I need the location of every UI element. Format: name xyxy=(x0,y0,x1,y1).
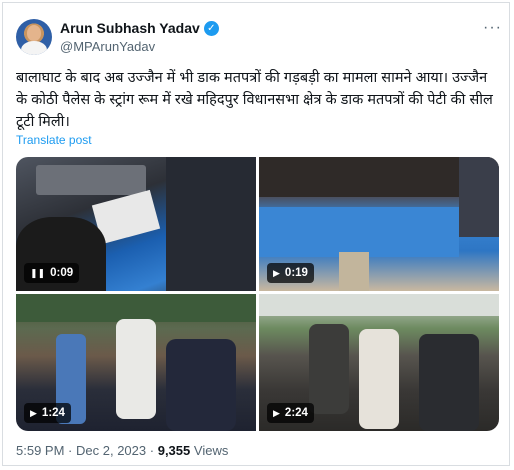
video-duration-badge: ❚❚ 0:09 xyxy=(24,263,80,283)
separator: · xyxy=(68,443,73,458)
separator: · xyxy=(149,443,155,458)
translate-post-link[interactable]: Translate post xyxy=(16,133,92,147)
video-duration: 0:09 xyxy=(50,267,74,279)
display-name[interactable]: Arun Subhash Yadav xyxy=(60,20,200,36)
video-duration-badge: ▶ 2:24 xyxy=(267,403,314,423)
tweet-card: Arun Subhash Yadav ✓ @MPArunYadav ··· बा… xyxy=(2,2,510,466)
user-handle[interactable]: @MPArunYadav xyxy=(60,39,155,54)
tweet-text: बालाघाट के बाद अब उज्जैन में भी डाक मतपत… xyxy=(16,70,493,130)
video-tile-2[interactable]: ▶ 0:19 xyxy=(259,157,499,291)
play-icon[interactable]: ▶ xyxy=(273,268,280,279)
avatar-body xyxy=(21,41,47,55)
avatar[interactable] xyxy=(16,19,52,55)
play-icon[interactable]: ▶ xyxy=(273,408,280,419)
author-name-row: Arun Subhash Yadav ✓ xyxy=(60,20,219,36)
views-label: Views xyxy=(193,443,229,458)
tweet-metadata: 5:59 PM · Dec 2, 2023 · 9,355 Views xyxy=(16,443,228,458)
video-duration: 1:24 xyxy=(41,407,65,419)
video-tile-4[interactable]: ▶ 2:24 xyxy=(259,294,499,431)
post-date[interactable]: Dec 2, 2023 xyxy=(76,443,146,458)
pause-icon[interactable]: ❚❚ xyxy=(30,268,45,279)
video-tile-3[interactable]: ▶ 1:24 xyxy=(16,294,256,431)
video-duration: 2:24 xyxy=(284,407,308,419)
video-duration-badge: ▶ 1:24 xyxy=(24,403,71,423)
more-options-icon[interactable]: ··· xyxy=(483,19,502,37)
play-icon[interactable]: ▶ xyxy=(30,408,37,419)
avatar-face xyxy=(27,25,41,41)
media-grid: ❚❚ 0:09 ▶ 0:19 ▶ 1:24 ▶ 2:24 xyxy=(16,157,499,431)
verified-badge-icon: ✓ xyxy=(203,20,219,36)
video-tile-1[interactable]: ❚❚ 0:09 xyxy=(16,157,256,291)
video-duration-badge: ▶ 0:19 xyxy=(267,263,314,283)
video-duration: 0:19 xyxy=(284,267,308,279)
post-time[interactable]: 5:59 PM xyxy=(16,443,64,458)
views-count: 9,355 xyxy=(157,443,191,458)
